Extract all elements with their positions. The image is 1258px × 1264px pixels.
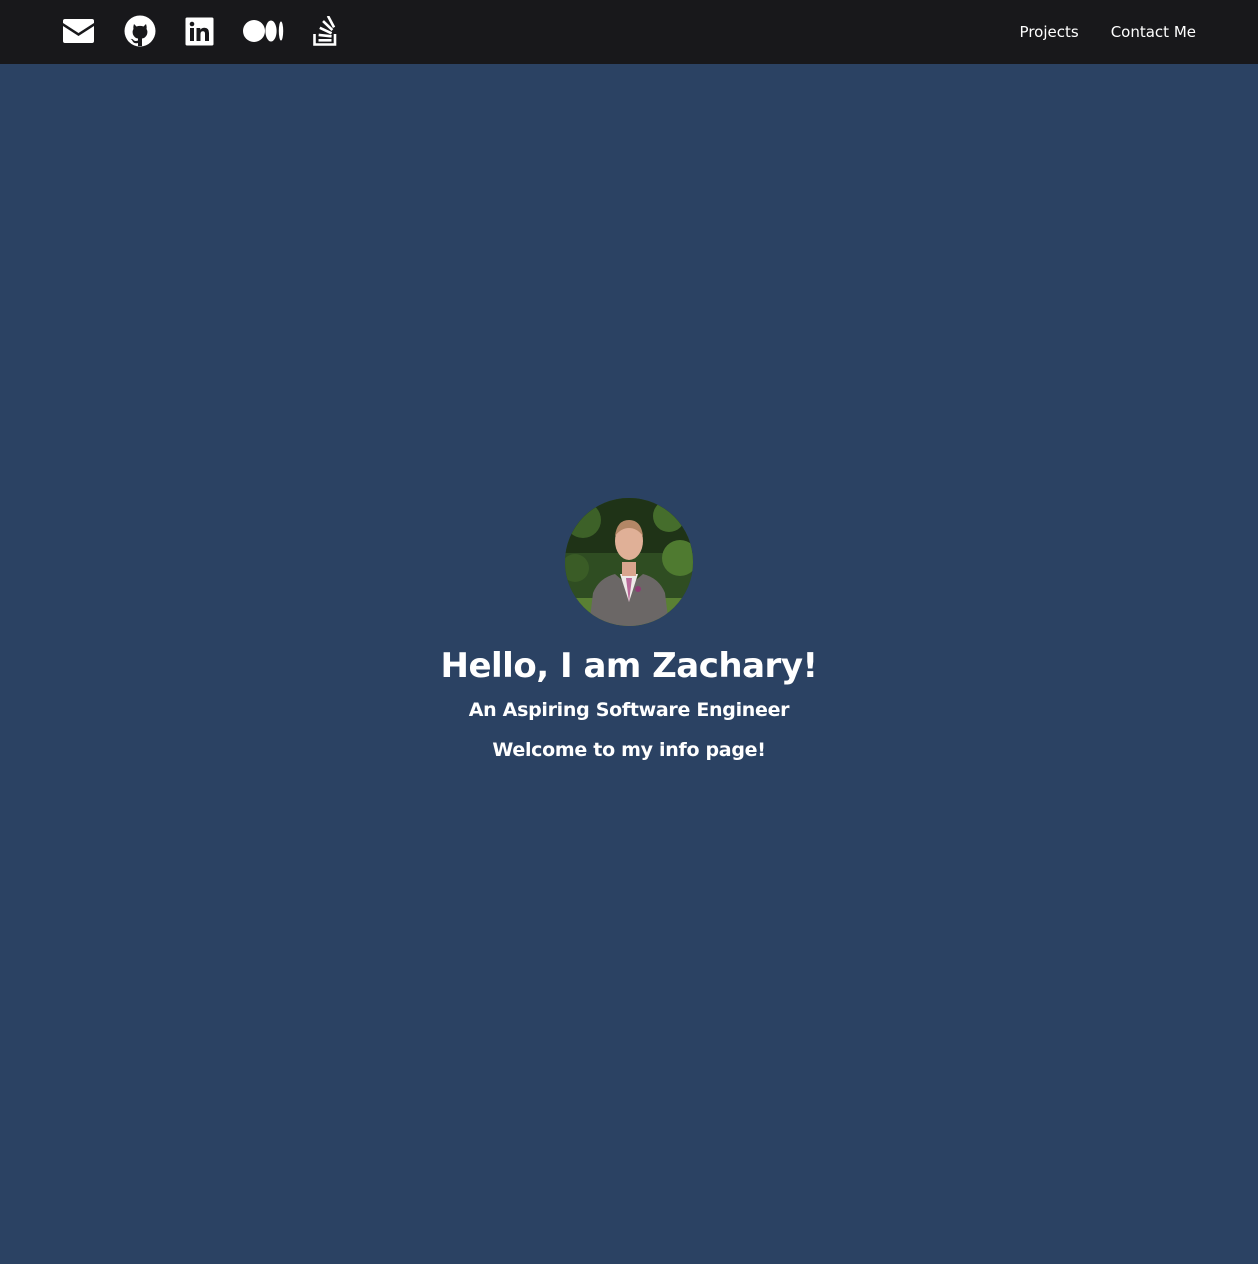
linkedin-icon[interactable] xyxy=(185,14,214,48)
projects-link[interactable]: Projects xyxy=(1020,23,1079,41)
stackoverflow-icon[interactable] xyxy=(313,14,339,48)
top-navbar: Projects Contact Me xyxy=(0,0,1258,64)
envelope-icon[interactable] xyxy=(62,14,95,48)
medium-icon[interactable] xyxy=(243,14,284,48)
github-icon[interactable] xyxy=(124,14,156,48)
nav-links: Projects Contact Me xyxy=(988,0,1196,64)
contact-me-link[interactable]: Contact Me xyxy=(1111,23,1196,41)
hero-welcome: Welcome to my info page! xyxy=(492,739,766,761)
hero-subtitle: An Aspiring Software Engineer xyxy=(468,699,790,721)
social-icons xyxy=(62,14,368,48)
hero-title: Hello, I am Zachary! xyxy=(440,646,818,686)
avatar xyxy=(565,498,693,626)
hero-section: Hello, I am Zachary! An Aspiring Softwar… xyxy=(0,498,1258,762)
